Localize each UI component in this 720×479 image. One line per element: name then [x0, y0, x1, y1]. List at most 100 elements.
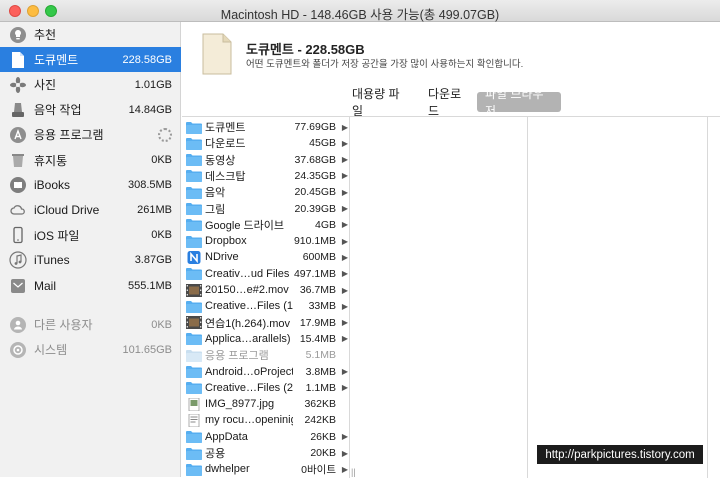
column-resize-handle[interactable]: || — [351, 467, 356, 477]
file-size: 3.8MB — [305, 365, 336, 378]
file-size: 20KB — [310, 447, 336, 459]
browser-column-2 — [352, 117, 528, 478]
folder-icon — [186, 332, 202, 346]
title-bar: Macintosh HD - 148.46GB 사용 가능(총 499.07GB… — [0, 0, 720, 22]
sidebar-item[interactable]: 음악 작업 14.84GB — [0, 97, 181, 122]
file-row[interactable]: my rocu…openinig 242KB — [182, 412, 350, 428]
sidebar-item[interactable]: 사진 1.01GB — [0, 72, 181, 97]
file-size: 1.1MB — [305, 381, 336, 394]
file-row[interactable]: 음악 20.45GB ▶ — [182, 184, 350, 200]
disclosure-arrow-icon[interactable]: ▶ — [342, 269, 348, 278]
file-row[interactable]: Creative…Files (1) 33MB ▶ — [182, 298, 350, 314]
folder-icon — [186, 121, 202, 134]
file-row[interactable]: 데스크탑 24.35GB ▶ — [182, 168, 350, 184]
file-row[interactable]: 공용 20KB ▶ — [182, 445, 350, 461]
file-row[interactable]: Android…oProjects 3.8MB ▶ — [182, 364, 350, 380]
folder-icon — [186, 235, 202, 248]
disclosure-arrow-icon[interactable]: ▶ — [342, 383, 348, 392]
file-row[interactable]: IMG_8977.jpg 362KB — [182, 396, 350, 412]
sidebar-item[interactable]: 응용 프로그램 — [0, 122, 181, 147]
file-row[interactable]: 그림 20.39GB ▶ — [182, 201, 350, 217]
watermark: http://parkpictures.tistory.com — [537, 445, 703, 464]
sidebar-item-size: 3.87GB — [134, 254, 172, 267]
disclosure-arrow-icon[interactable]: ▶ — [342, 220, 348, 229]
file-name: 음악 — [205, 187, 226, 200]
cloud-icon — [9, 201, 27, 219]
disclosure-arrow-icon[interactable]: ▶ — [342, 188, 348, 197]
sidebar-item-label: 사진 — [34, 78, 57, 93]
file-row[interactable]: AppData 26KB ▶ — [182, 429, 350, 445]
file-row[interactable]: Dropbox 910.1MB ▶ — [182, 233, 350, 249]
file-row[interactable]: Applica…arallels) 15.4MB ▶ — [182, 331, 350, 347]
file-row[interactable]: 20150…e#2.mov 36.7MB ▶ — [182, 282, 350, 298]
sidebar-item[interactable]: iCloud Drive 261MB — [0, 198, 181, 223]
sidebar-item[interactable]: iBooks 308.5MB — [0, 173, 181, 198]
disclosure-arrow-icon[interactable]: ▶ — [342, 123, 348, 132]
folder-icon — [186, 447, 202, 460]
ndrive-icon — [186, 250, 202, 264]
book-icon — [9, 176, 27, 194]
tab-file-browser[interactable]: 파일 브라우저 — [477, 87, 561, 118]
sidebar-item[interactable]: 시스템 101.65GB — [0, 337, 181, 362]
folder-icon — [186, 300, 202, 313]
disclosure-arrow-icon[interactable]: ▶ — [342, 465, 348, 474]
mail-icon — [9, 277, 27, 295]
disclosure-arrow-icon[interactable]: ▶ — [342, 367, 348, 376]
sidebar-item-label: 음악 작업 — [34, 103, 82, 118]
app-store-icon — [9, 126, 27, 144]
sidebar-item[interactable]: 도큐멘트 228.58GB — [0, 47, 181, 73]
sidebar-item-label: Mail — [34, 278, 57, 293]
file-row[interactable]: dwhelper 0바이트 ▶ — [182, 461, 350, 477]
sidebar-item[interactable]: 추천 — [0, 22, 181, 47]
folder-icon — [186, 349, 202, 362]
disclosure-arrow-icon[interactable]: ▶ — [342, 318, 348, 327]
disclosure-arrow-icon[interactable]: ▶ — [342, 432, 348, 441]
music-creation-icon — [9, 101, 27, 119]
sidebar-item[interactable]: iOS 파일 0KB — [0, 223, 181, 248]
sidebar-item-size: 261MB — [137, 204, 172, 217]
folder-icon — [186, 137, 202, 150]
disclosure-arrow-icon[interactable]: ▶ — [342, 449, 348, 458]
sidebar-item[interactable]: 다른 사용자 0KB — [0, 312, 181, 337]
file-size: 45GB — [309, 137, 336, 150]
file-name: Creative…Files (2) — [205, 381, 293, 394]
disclosure-arrow-icon[interactable]: ▶ — [342, 171, 348, 180]
file-row[interactable]: 연습1(h.264).mov 17.9MB ▶ — [182, 315, 350, 331]
view-segmented-control: 대용량 파일 다운로드 파일 브라우저 — [182, 87, 720, 118]
file-row[interactable]: Google 드라이브 4GB ▶ — [182, 217, 350, 233]
file-row[interactable]: 다운로드 45GB ▶ — [182, 135, 350, 151]
folder-icon — [186, 169, 202, 183]
tab-downloads[interactable]: 다운로드 — [420, 87, 470, 118]
video-icon — [186, 283, 202, 297]
document-file-icon — [186, 413, 202, 428]
file-name: Google 드라이브 — [205, 219, 285, 232]
disclosure-arrow-icon[interactable]: ▶ — [342, 155, 348, 164]
file-size: 497.1MB — [293, 267, 336, 280]
sidebar-item[interactable]: 휴지통 0KB — [0, 148, 181, 173]
users-icon — [9, 316, 27, 334]
file-row[interactable]: 도큐멘트 77.69GB ▶ — [182, 119, 350, 135]
sidebar-item[interactable]: Mail 555.1MB — [0, 273, 181, 298]
tab-large-files[interactable]: 대용량 파일 — [344, 87, 418, 118]
sidebar-item-size: 0KB — [151, 229, 172, 242]
sidebar-item-size: 101.65GB — [122, 343, 172, 356]
file-row[interactable]: Creativ…ud Files 497.1MB ▶ — [182, 266, 350, 282]
file-size: 77.69GB — [294, 121, 336, 133]
file-name: 20150…e#2.mov — [205, 284, 289, 296]
disclosure-arrow-icon[interactable]: ▶ — [342, 253, 348, 262]
file-row[interactable]: 동영상 37.68GB ▶ — [182, 152, 350, 168]
disclosure-arrow-icon[interactable]: ▶ — [342, 334, 348, 343]
file-name: dwhelper — [205, 463, 250, 476]
file-row[interactable]: NDrive 600MB ▶ — [182, 249, 350, 265]
sidebar-item-label: iTunes — [34, 253, 70, 268]
sidebar-item-label: iOS 파일 — [34, 228, 80, 243]
file-row[interactable]: Creative…Files (2) 1.1MB ▶ — [182, 380, 350, 396]
disclosure-arrow-icon[interactable]: ▶ — [342, 302, 348, 311]
trash-icon — [9, 151, 27, 169]
disclosure-arrow-icon[interactable]: ▶ — [342, 204, 348, 213]
disclosure-arrow-icon[interactable]: ▶ — [342, 139, 348, 148]
disclosure-arrow-icon[interactable]: ▶ — [342, 286, 348, 295]
sidebar-item[interactable]: iTunes 3.87GB — [0, 248, 181, 273]
file-row[interactable]: 응용 프로그램 5.1MB — [182, 347, 350, 363]
disclosure-arrow-icon[interactable]: ▶ — [342, 237, 348, 246]
